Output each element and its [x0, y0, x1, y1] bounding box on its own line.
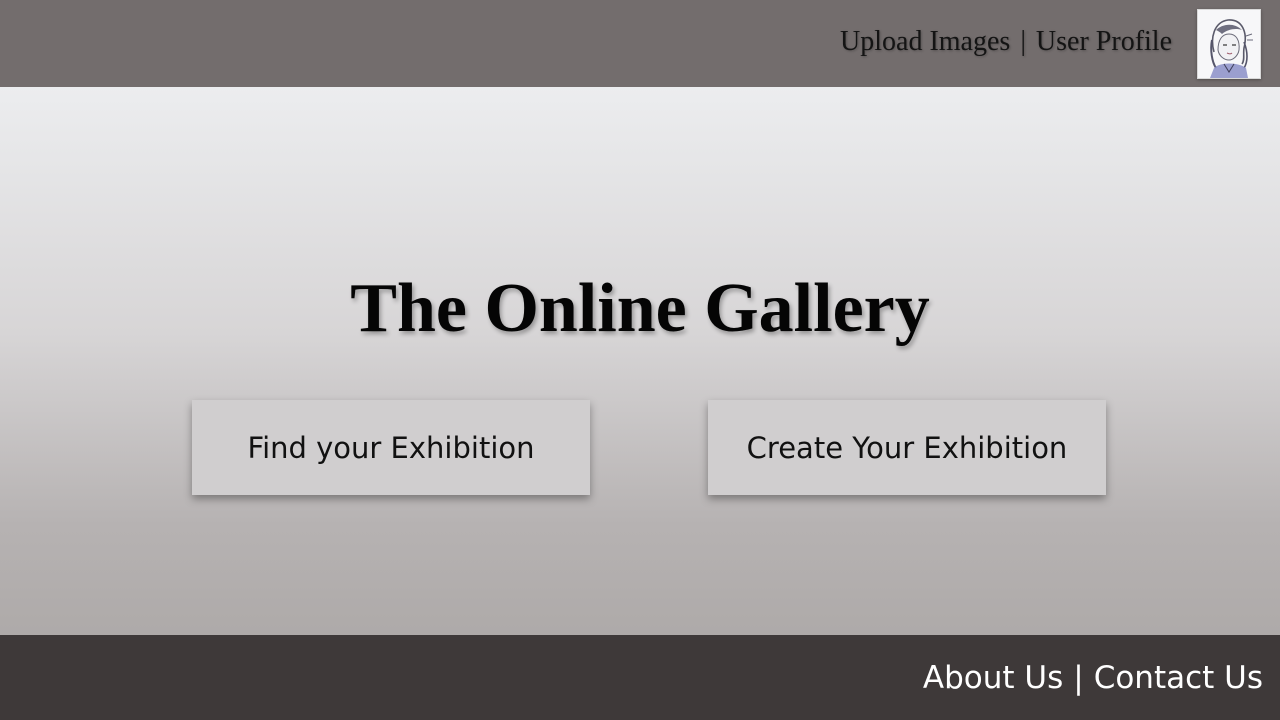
- header-nav-separator: |: [1020, 26, 1026, 57]
- create-exhibition-button[interactable]: Create Your Exhibition: [708, 400, 1106, 495]
- about-us-link[interactable]: About Us: [923, 660, 1063, 696]
- footer-nav: About Us | Contact Us: [923, 657, 1263, 699]
- user-avatar[interactable]: [1197, 9, 1261, 79]
- footer-bar: About Us | Contact Us: [0, 635, 1280, 720]
- find-exhibition-button[interactable]: Find your Exhibition: [192, 400, 590, 495]
- hero-section: The Online Gallery Find your Exhibition …: [0, 87, 1280, 635]
- page-title: The Online Gallery: [350, 270, 930, 347]
- contact-us-link[interactable]: Contact Us: [1094, 660, 1263, 696]
- user-avatar-icon: [1210, 19, 1253, 78]
- upload-images-link[interactable]: Upload Images: [840, 26, 1010, 58]
- header-bar: Upload Images | User Profile: [0, 0, 1280, 87]
- header-nav: Upload Images | User Profile: [840, 22, 1172, 62]
- footer-nav-separator: |: [1073, 660, 1084, 696]
- user-profile-link[interactable]: User Profile: [1036, 26, 1172, 58]
